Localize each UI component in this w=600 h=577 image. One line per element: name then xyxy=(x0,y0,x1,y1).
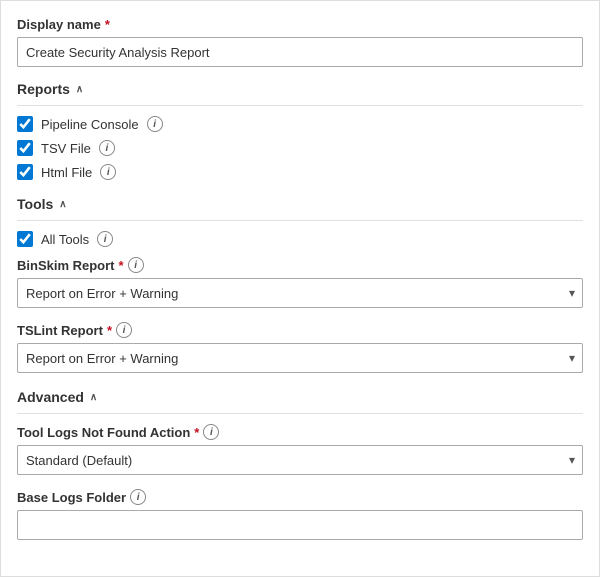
tool-logs-dropdown-wrapper: Standard (Default) Error Warning Ignore … xyxy=(17,445,583,475)
tools-section: Tools ∧ All Tools i BinSkim Report * i R… xyxy=(17,196,583,373)
tslint-dropdown[interactable]: Report on Error + Warning Report on Erro… xyxy=(17,343,583,373)
reports-label: Reports xyxy=(17,81,70,97)
tsv-file-info-icon[interactable]: i xyxy=(99,140,115,156)
tsv-file-checkbox[interactable] xyxy=(17,140,33,156)
html-file-row: Html File i xyxy=(17,164,583,180)
tsv-file-row: TSV File i xyxy=(17,140,583,156)
all-tools-checkbox[interactable] xyxy=(17,231,33,247)
binskim-info-icon[interactable]: i xyxy=(128,257,144,273)
tools-section-header: Tools ∧ xyxy=(17,196,583,221)
advanced-section-header: Advanced ∧ xyxy=(17,389,583,414)
advanced-chevron[interactable]: ∧ xyxy=(90,392,97,403)
base-logs-info-icon[interactable]: i xyxy=(130,489,146,505)
tsv-file-label: TSV File xyxy=(41,141,91,156)
tools-chevron[interactable]: ∧ xyxy=(59,199,66,210)
reports-section: Reports ∧ Pipeline Console i TSV File i … xyxy=(17,81,583,180)
pipeline-console-row: Pipeline Console i xyxy=(17,116,583,132)
tslint-label: TSLint Report * i xyxy=(17,322,583,338)
binskim-dropdown[interactable]: Report on Error + Warning Report on Erro… xyxy=(17,278,583,308)
reports-section-header: Reports ∧ xyxy=(17,81,583,106)
display-name-group: Display name * xyxy=(17,17,583,67)
advanced-section: Advanced ∧ Tool Logs Not Found Action * … xyxy=(17,389,583,540)
tslint-info-icon[interactable]: i xyxy=(116,322,132,338)
binskim-required-star: * xyxy=(119,258,124,273)
html-file-label: Html File xyxy=(41,165,92,180)
base-logs-group: Base Logs Folder i xyxy=(17,489,583,540)
display-name-input[interactable] xyxy=(17,37,583,67)
pipeline-console-checkbox[interactable] xyxy=(17,116,33,132)
pipeline-console-label: Pipeline Console xyxy=(41,117,139,132)
tool-logs-required-star: * xyxy=(194,425,199,440)
all-tools-label: All Tools xyxy=(41,232,89,247)
binskim-label: BinSkim Report * i xyxy=(17,257,583,273)
html-file-checkbox[interactable] xyxy=(17,164,33,180)
tool-logs-group: Tool Logs Not Found Action * i Standard … xyxy=(17,424,583,475)
tool-logs-dropdown[interactable]: Standard (Default) Error Warning Ignore xyxy=(17,445,583,475)
required-star: * xyxy=(105,17,110,32)
tools-label: Tools xyxy=(17,196,53,212)
binskim-dropdown-wrapper: Report on Error + Warning Report on Erro… xyxy=(17,278,583,308)
tslint-group: TSLint Report * i Report on Error + Warn… xyxy=(17,322,583,373)
base-logs-label: Base Logs Folder i xyxy=(17,489,583,505)
tool-logs-label: Tool Logs Not Found Action * i xyxy=(17,424,583,440)
form-container: Display name * Reports ∧ Pipeline Consol… xyxy=(0,0,600,577)
pipeline-console-info-icon[interactable]: i xyxy=(147,116,163,132)
all-tools-row: All Tools i xyxy=(17,231,583,247)
display-name-label: Display name * xyxy=(17,17,583,32)
tool-logs-info-icon[interactable]: i xyxy=(203,424,219,440)
all-tools-info-icon[interactable]: i xyxy=(97,231,113,247)
advanced-label: Advanced xyxy=(17,389,84,405)
tslint-required-star: * xyxy=(107,323,112,338)
binskim-group: BinSkim Report * i Report on Error + War… xyxy=(17,257,583,308)
reports-chevron[interactable]: ∧ xyxy=(76,84,83,95)
base-logs-input[interactable] xyxy=(17,510,583,540)
html-file-info-icon[interactable]: i xyxy=(100,164,116,180)
tslint-dropdown-wrapper: Report on Error + Warning Report on Erro… xyxy=(17,343,583,373)
